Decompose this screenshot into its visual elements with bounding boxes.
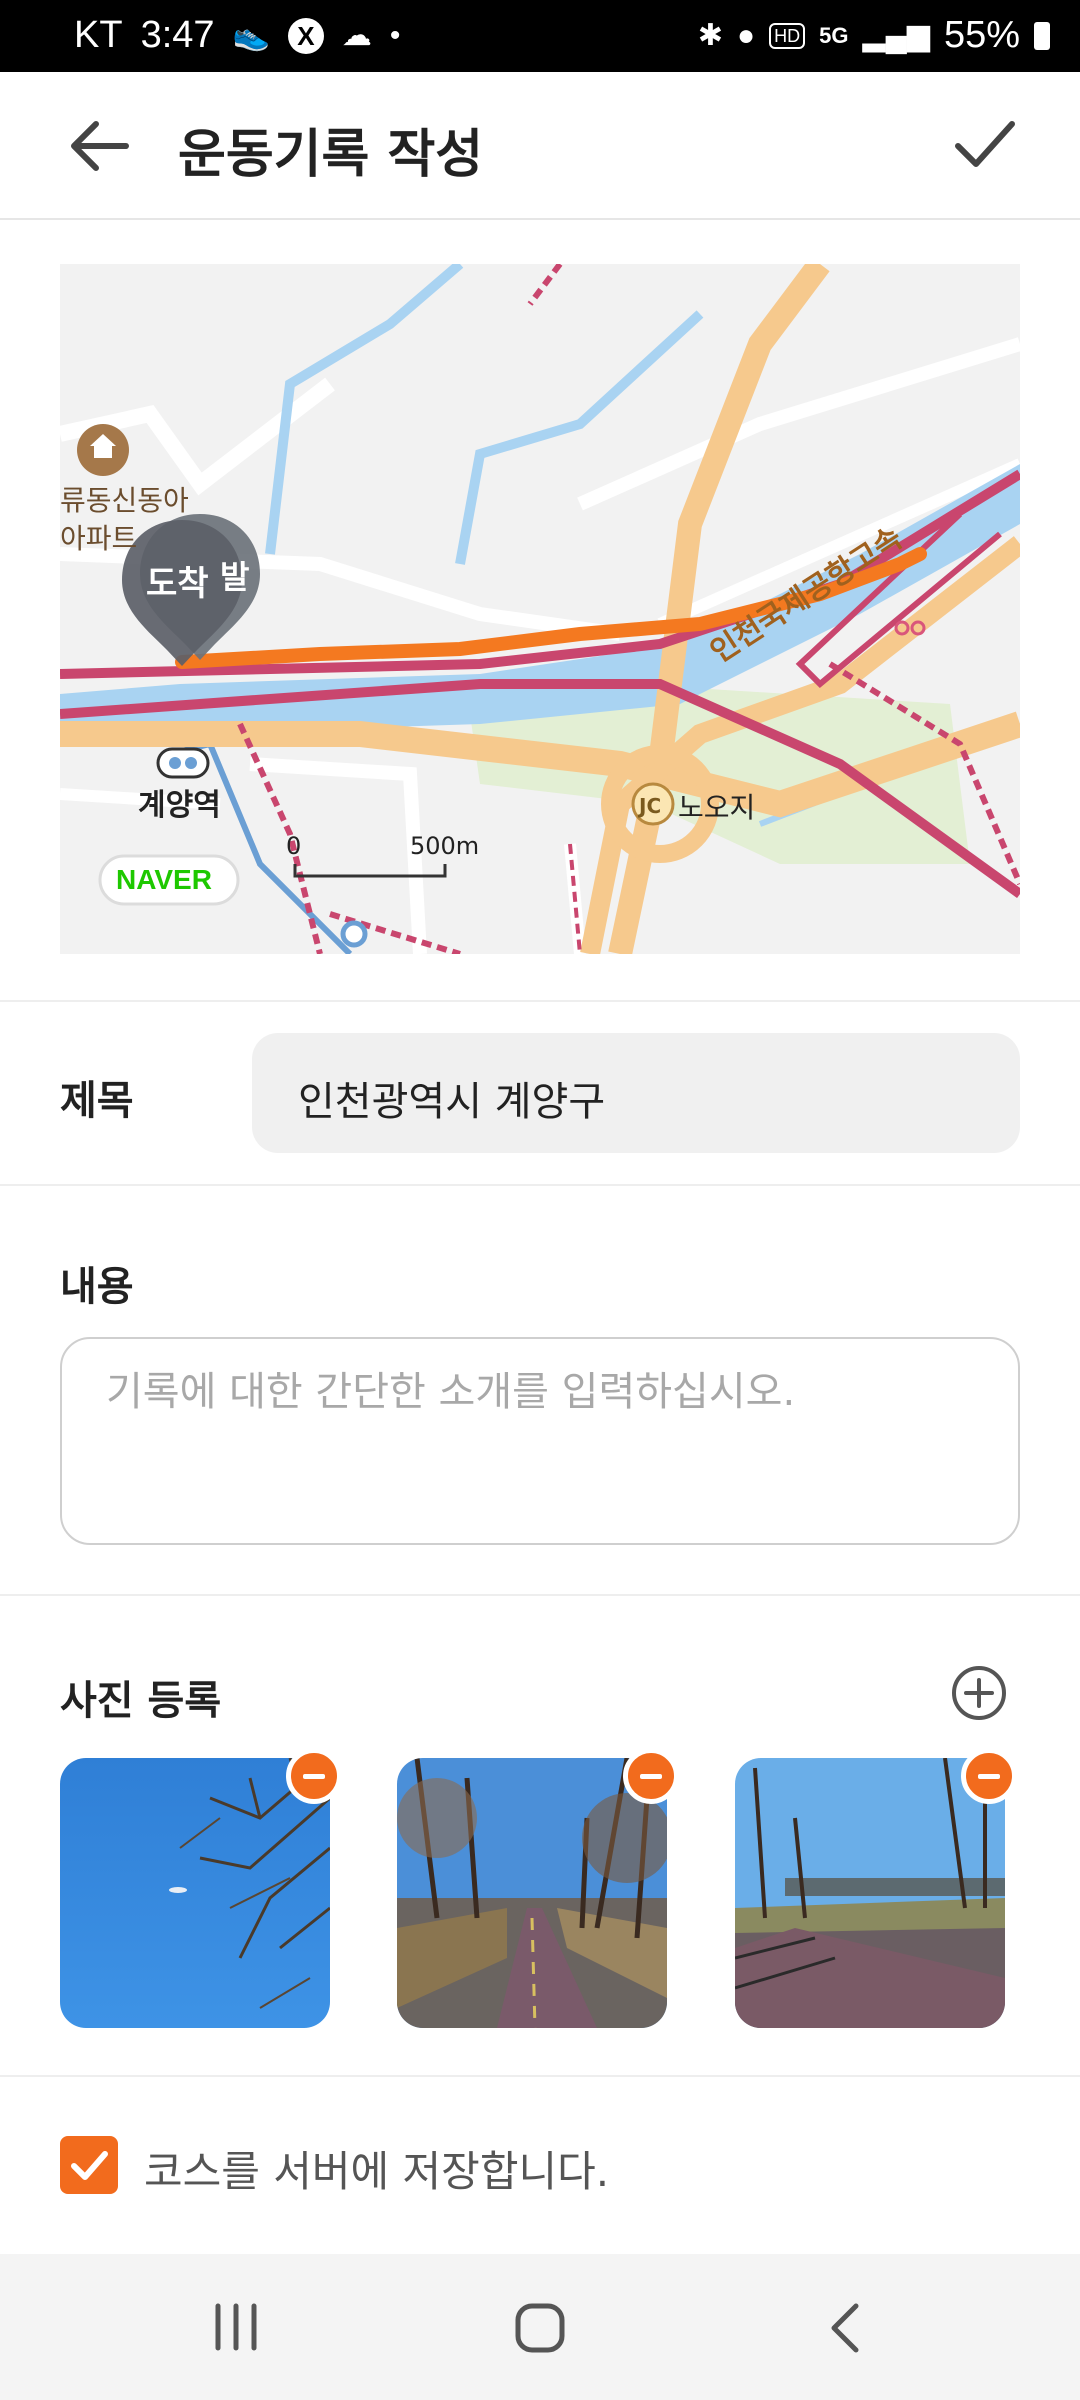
remove-photo-2-button[interactable] (623, 1748, 679, 1804)
confirm-button[interactable] (954, 116, 1016, 176)
remove-photo-1-button[interactable] (286, 1748, 342, 1804)
scale-distance: 500m (410, 832, 480, 860)
route-map[interactable]: 류동신동아 아파트 도착 발 계양역 NAVER 0 500m JC 노오지 인… (60, 264, 1020, 954)
x-app-icon: X (287, 17, 324, 54)
section-divider (0, 1184, 1080, 1186)
section-divider (0, 1000, 1080, 1002)
network-type: 5G (819, 22, 849, 48)
content-label: 내용 (60, 1264, 134, 1310)
page-title: 운동기록 작성 (178, 125, 484, 185)
add-photo-button[interactable] (950, 1664, 1008, 1722)
section-divider (0, 2075, 1080, 2077)
checkmark-icon (71, 2151, 108, 2180)
dot-icon: • (389, 18, 401, 52)
naver-logo: NAVER (116, 864, 212, 895)
carrier: KT (74, 14, 123, 56)
hd-icon: HD (769, 22, 806, 49)
photo-thumbnail-3[interactable] (735, 1758, 1005, 2028)
map-label-apartment: 류동신동아 아파트 (60, 484, 189, 555)
recent-apps-button[interactable] (206, 2300, 266, 2354)
photo-image (397, 1758, 667, 2028)
battery-icon (1034, 21, 1050, 50)
photo-thumbnail-2[interactable] (397, 1758, 667, 2028)
arrival-pin-label: 도착 (146, 564, 209, 604)
title-input[interactable]: 인천광역시 계양구 (252, 1033, 1020, 1153)
back-button[interactable] (70, 118, 130, 174)
home-icon (515, 2303, 565, 2353)
arrow-left-icon (71, 121, 129, 171)
location-icon: ● (737, 18, 756, 52)
signal-icon: ▂▄▆ (862, 18, 930, 52)
save-course-label[interactable]: 코스를 서버에 저장합니다. (144, 2138, 609, 2199)
title-label: 제목 (60, 1078, 134, 1124)
status-bar: KT 3:47 👟 X ☁ • ✱ ● HD 5G ▂▄▆ 55% (0, 0, 1080, 72)
map-label-junction: 노오지 (678, 791, 756, 824)
title-input-value: 인천광역시 계양구 (298, 1079, 606, 1125)
photo-thumbnail-1[interactable] (60, 1758, 330, 2028)
junction-badge: JC (639, 794, 662, 818)
plus-circle-icon (952, 1666, 1006, 1720)
photo-image (60, 1758, 330, 2028)
remove-photo-3-button[interactable] (961, 1748, 1017, 1804)
shoe-icon: 👟 (232, 18, 270, 52)
content-textarea[interactable]: 기록에 대한 간단한 소개를 입력하십시오. (60, 1337, 1020, 1545)
photo-label: 사진 등록 (60, 1678, 222, 1724)
app-bar: 운동기록 작성 (0, 72, 1080, 220)
system-nav-bar (0, 2254, 1080, 2400)
battery-level: 55% (943, 14, 1020, 56)
start-pin-label: 발 (220, 558, 250, 596)
clock: 3:47 (140, 14, 215, 56)
system-back-button[interactable] (820, 2298, 870, 2358)
check-icon (955, 121, 1015, 167)
scale-zero: 0 (286, 832, 302, 860)
section-divider (0, 1594, 1080, 1596)
save-course-checkbox[interactable] (60, 2136, 118, 2194)
recent-apps-icon (215, 2303, 257, 2351)
cloud-icon: ☁ (341, 18, 372, 52)
map-canvas (60, 264, 1020, 954)
home-button[interactable] (510, 2298, 570, 2358)
bluetooth-icon: ✱ (697, 18, 724, 52)
map-label-station: 계양역 (138, 788, 221, 823)
photo-image (735, 1758, 1005, 2028)
content-placeholder: 기록에 대한 간단한 소개를 입력하십시오. (106, 1369, 796, 1415)
chevron-left-icon (831, 2303, 859, 2353)
